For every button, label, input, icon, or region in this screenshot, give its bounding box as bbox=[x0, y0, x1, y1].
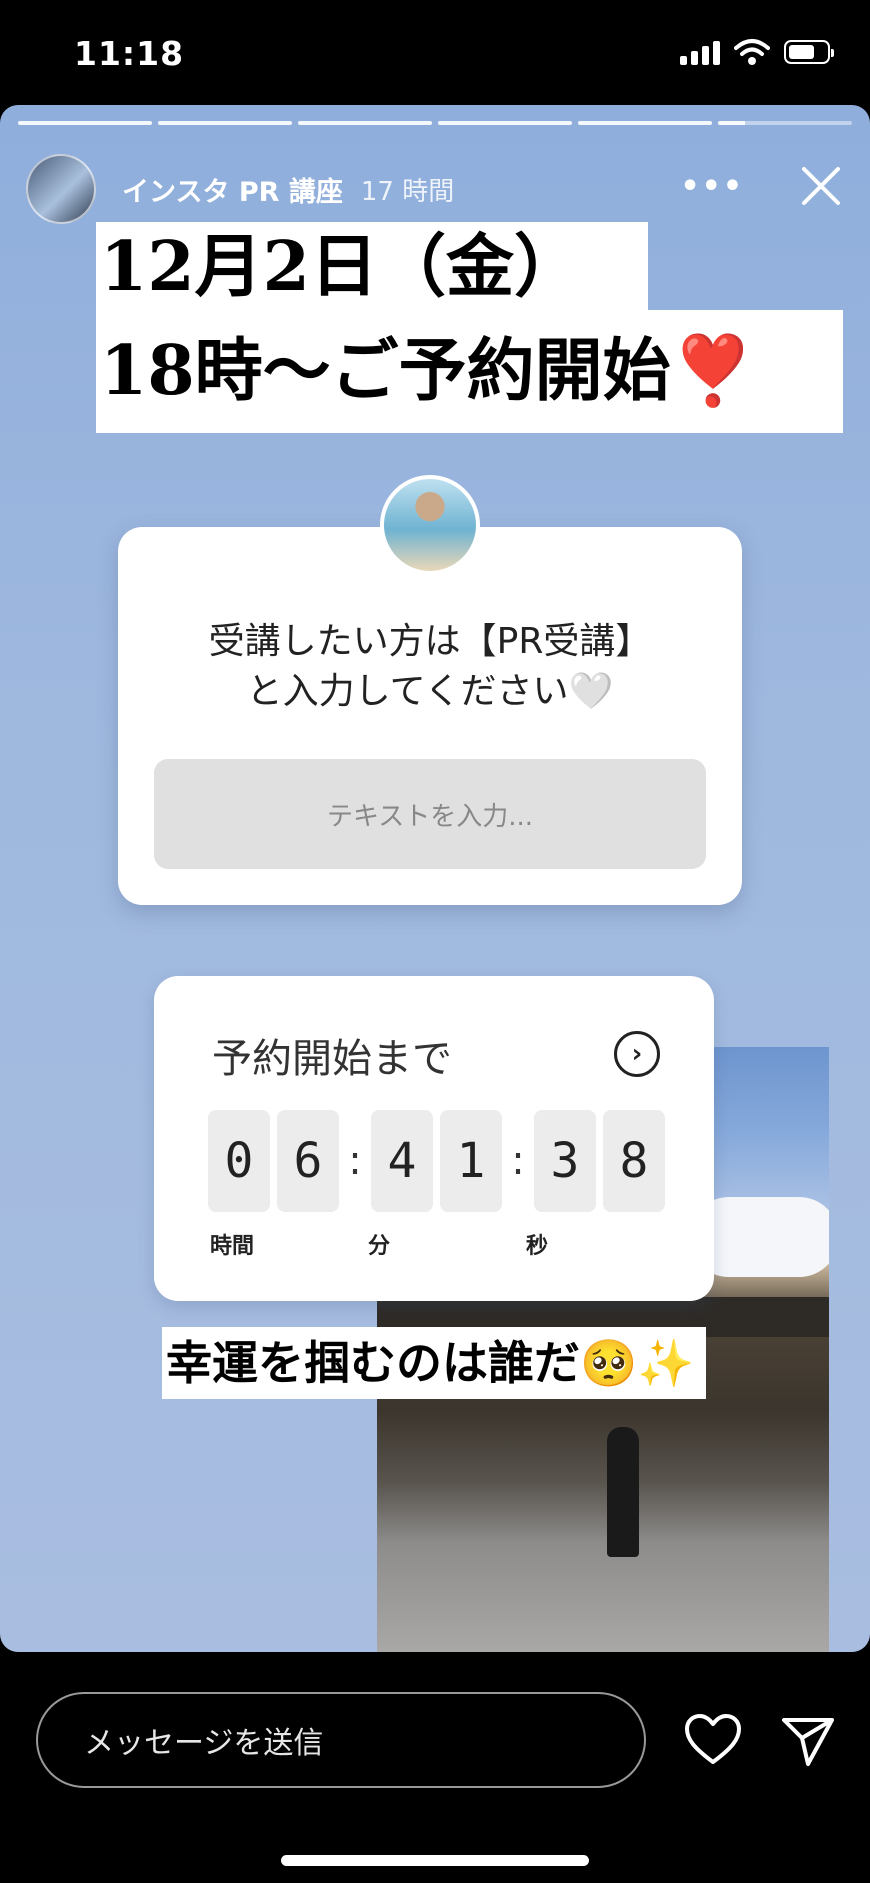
countdown-digit: 0 bbox=[208, 1110, 270, 1212]
question-prompt-line2: と入力してください🤍 bbox=[246, 671, 614, 712]
post-time: 17 時間 bbox=[360, 176, 455, 207]
story-header: インスタ PR 講座 17 時間 ••• bbox=[26, 149, 850, 229]
countdown-digit: 6 bbox=[277, 1110, 339, 1212]
chevron-right-icon[interactable]: › bbox=[614, 1031, 660, 1077]
status-bar: 11:18 bbox=[0, 0, 870, 105]
account-name[interactable]: インスタ PR 講座 bbox=[122, 170, 343, 209]
progress-segment bbox=[18, 121, 152, 125]
countdown-digit: 4 bbox=[371, 1110, 433, 1212]
question-sticker-avatar bbox=[380, 475, 480, 575]
story-progress-bar bbox=[18, 121, 852, 125]
message-input[interactable]: メッセージを送信 bbox=[36, 1692, 646, 1788]
countdown-digit: 3 bbox=[534, 1110, 596, 1212]
countdown-label-hours: 時間 bbox=[210, 1234, 255, 1259]
headline-start-text: 18時〜ご予約開始 bbox=[100, 331, 671, 411]
battery-icon bbox=[784, 40, 834, 64]
heart-exclamation-emoji: ❣️ bbox=[670, 331, 756, 411]
signal-icon bbox=[680, 39, 720, 65]
status-icons bbox=[680, 38, 834, 66]
account-avatar[interactable] bbox=[26, 154, 96, 224]
question-prompt: 受講したい方は【PR受講】 と入力してください🤍 bbox=[118, 617, 742, 717]
countdown-separator: : bbox=[348, 1138, 362, 1184]
progress-segment bbox=[298, 121, 432, 125]
message-placeholder: メッセージを送信 bbox=[84, 1726, 324, 1761]
question-sticker[interactable]: 受講したい方は【PR受講】 と入力してください🤍 テキストを入力... bbox=[118, 527, 742, 905]
status-time: 11:18 bbox=[74, 34, 185, 73]
countdown-label-seconds: 秒 bbox=[526, 1234, 549, 1259]
countdown-separator: : bbox=[511, 1138, 525, 1184]
countdown-digit: 1 bbox=[440, 1110, 502, 1212]
heart-icon[interactable] bbox=[684, 1714, 742, 1766]
story-view[interactable]: インスタ PR 講座 17 時間 ••• 12月2日（金） 18時〜ご予約開始❣… bbox=[0, 105, 870, 1652]
countdown-digits: 0 6 : 4 1 : 3 8 bbox=[208, 1110, 672, 1212]
close-icon[interactable] bbox=[792, 157, 850, 215]
more-options-button[interactable]: ••• bbox=[680, 169, 744, 204]
headline-start-time: 18時〜ご予約開始❣️ bbox=[96, 310, 843, 433]
countdown-title: 予約開始まで bbox=[212, 1036, 452, 1082]
countdown-digit: 8 bbox=[603, 1110, 665, 1212]
send-icon[interactable] bbox=[780, 1712, 836, 1768]
question-prompt-line1: 受講したい方は【PR受講】 bbox=[208, 621, 652, 662]
headline-date: 12月2日（金） bbox=[96, 222, 648, 312]
progress-segment bbox=[438, 121, 572, 125]
countdown-label-minutes: 分 bbox=[368, 1234, 391, 1259]
question-answer-input[interactable]: テキストを入力... bbox=[154, 759, 706, 869]
countdown-sticker[interactable]: 予約開始まで › 0 6 : 4 1 : 3 8 時間 分 秒 bbox=[154, 976, 714, 1301]
progress-segment-current bbox=[718, 121, 852, 125]
home-indicator[interactable] bbox=[281, 1855, 589, 1866]
story-caption: 幸運を掴むのは誰だ🥺✨ bbox=[162, 1327, 706, 1399]
progress-segment bbox=[158, 121, 292, 125]
wifi-icon bbox=[734, 39, 770, 65]
photo-person bbox=[607, 1427, 639, 1557]
progress-segment bbox=[578, 121, 712, 125]
